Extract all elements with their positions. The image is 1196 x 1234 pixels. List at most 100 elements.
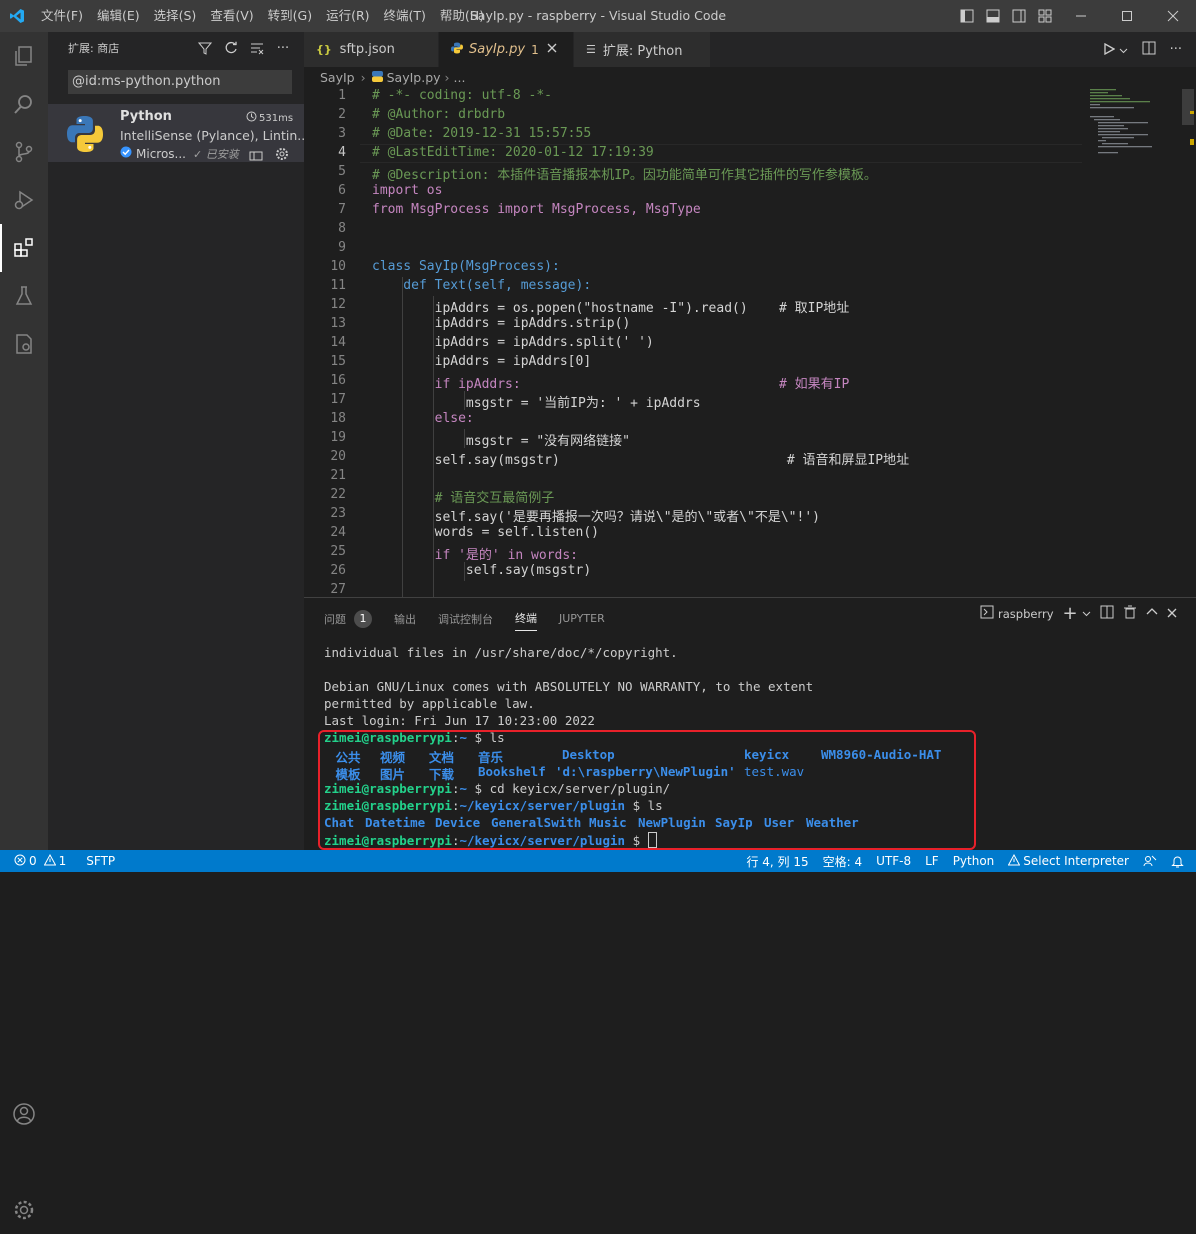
extension-item-python[interactable]: Python 531ms IntelliSense (Pylance), Lin… bbox=[48, 104, 309, 165]
customize-layout-icon[interactable] bbox=[1032, 0, 1058, 32]
menu-edit[interactable]: 编辑(E) bbox=[90, 0, 147, 32]
filter-icon[interactable] bbox=[192, 41, 218, 56]
tab-problems[interactable]: 问题 bbox=[324, 611, 346, 627]
source-control-icon[interactable] bbox=[0, 128, 48, 176]
menu-terminal[interactable]: 终端(T) bbox=[377, 0, 433, 32]
extension-name: Python bbox=[120, 109, 172, 124]
indentation[interactable]: 空格: 4 bbox=[816, 853, 870, 870]
python-logo-icon bbox=[64, 113, 106, 159]
scrollbar-thumb[interactable] bbox=[1182, 89, 1194, 125]
tab-debug-console[interactable]: 调试控制台 bbox=[438, 611, 493, 627]
close-window-icon[interactable] bbox=[1150, 0, 1196, 32]
extension-settings-icon[interactable] bbox=[275, 146, 289, 165]
remote-explorer-icon[interactable] bbox=[0, 320, 48, 368]
feedback-icon[interactable] bbox=[1136, 854, 1164, 868]
line-number: 23 bbox=[330, 506, 346, 521]
chevron-right-icon: › bbox=[444, 69, 450, 85]
installed-label: ✓ 已安装 bbox=[193, 148, 239, 161]
settings-gear-icon[interactable] bbox=[0, 1186, 48, 1234]
python-file-icon bbox=[451, 42, 463, 58]
breadcrumb-more[interactable]: ... bbox=[454, 70, 466, 85]
more-actions-icon[interactable]: ··· bbox=[270, 41, 296, 56]
code-line: self.say(msgstr) bbox=[372, 563, 592, 578]
code-line: # 语音交互最简例子 bbox=[372, 491, 555, 506]
tab-extension-python[interactable]: ☰ 扩展: Python bbox=[574, 32, 711, 67]
breadcrumb: SayIp › SayIp.py › ... bbox=[304, 67, 1196, 87]
extension-search-input[interactable]: @id:ms-python.python bbox=[68, 70, 292, 94]
code-line: # -*- coding: utf-8 -*- bbox=[372, 88, 553, 103]
minimap[interactable] bbox=[1090, 87, 1180, 157]
language-mode[interactable]: Python bbox=[946, 854, 1002, 868]
tab-jupyter[interactable]: JUPYTER bbox=[559, 612, 605, 625]
minimize-icon[interactable] bbox=[1058, 0, 1104, 32]
chevron-down-icon[interactable] bbox=[1082, 607, 1091, 621]
menu-help[interactable]: 帮助(H) bbox=[433, 0, 491, 32]
search-icon[interactable] bbox=[0, 80, 48, 128]
line-number: 2 bbox=[338, 107, 346, 122]
extensions-icon[interactable] bbox=[0, 224, 48, 272]
tab-terminal[interactable]: 终端 bbox=[515, 610, 537, 631]
chevron-right-icon: › bbox=[360, 69, 366, 85]
split-editor-icon[interactable] bbox=[1142, 40, 1156, 59]
line-number: 14 bbox=[330, 335, 346, 350]
tab-sayip-py[interactable]: SayIp.py 1 bbox=[439, 32, 574, 67]
extension-icon: ☰ bbox=[586, 43, 596, 56]
explorer-icon[interactable] bbox=[0, 32, 48, 80]
new-terminal-icon[interactable]: + bbox=[1063, 604, 1078, 622]
chevron-down-icon[interactable] bbox=[1119, 40, 1128, 59]
toggle-panel-icon[interactable] bbox=[980, 0, 1006, 32]
encoding[interactable]: UTF-8 bbox=[869, 854, 918, 868]
toggle-secondary-sidebar-icon[interactable] bbox=[1006, 0, 1032, 32]
activation-time: 531ms bbox=[259, 112, 294, 124]
breadcrumb-folder[interactable]: SayIp bbox=[320, 70, 355, 85]
maximize-panel-icon[interactable] bbox=[1146, 606, 1158, 621]
scrollbar-warning-marker bbox=[1190, 139, 1194, 145]
end-of-line[interactable]: LF bbox=[918, 854, 946, 868]
problems-status[interactable]: 0 1 bbox=[0, 853, 73, 869]
sftp-status[interactable]: SFTP bbox=[79, 854, 122, 868]
terminal-name[interactable]: raspberry bbox=[998, 607, 1054, 621]
trash-icon[interactable] bbox=[1123, 605, 1137, 622]
verified-publisher-icon bbox=[120, 146, 132, 161]
extensions-sidebar: 扩展: 商店 ··· @id:ms-python.python Python 5… bbox=[48, 32, 309, 850]
line-number: 4 bbox=[338, 145, 346, 160]
clear-results-icon[interactable] bbox=[244, 41, 270, 56]
maximize-icon[interactable] bbox=[1104, 0, 1150, 32]
editor-tabs: {} sftp.json SayIp.py 1 ☰ 扩展: Python ··· bbox=[304, 32, 1196, 67]
history-icon bbox=[246, 111, 257, 125]
line-number: 13 bbox=[330, 316, 346, 331]
testing-icon[interactable] bbox=[0, 272, 48, 320]
run-file-icon[interactable] bbox=[1103, 40, 1115, 59]
select-interpreter[interactable]: Select Interpreter bbox=[1001, 853, 1136, 869]
editor-more-icon[interactable]: ··· bbox=[1170, 42, 1182, 57]
editor-scrollbar[interactable] bbox=[1180, 87, 1196, 597]
menu-view[interactable]: 查看(V) bbox=[203, 0, 260, 32]
sync-icon[interactable] bbox=[249, 147, 263, 166]
refresh-icon[interactable] bbox=[218, 41, 244, 56]
line-number: 9 bbox=[338, 240, 346, 255]
notifications-bell-icon[interactable] bbox=[1164, 855, 1196, 868]
close-panel-icon[interactable] bbox=[1167, 607, 1177, 621]
menu-selection[interactable]: 选择(S) bbox=[147, 0, 204, 32]
run-debug-icon[interactable] bbox=[0, 176, 48, 224]
braces-icon: {} bbox=[316, 43, 332, 56]
tab-output[interactable]: 输出 bbox=[394, 611, 416, 627]
toggle-sidebar-icon[interactable] bbox=[954, 0, 980, 32]
split-terminal-icon[interactable] bbox=[1100, 605, 1114, 622]
line-number: 7 bbox=[338, 202, 346, 217]
line-number: 8 bbox=[338, 221, 346, 236]
menu-run[interactable]: 运行(R) bbox=[319, 0, 376, 32]
code-line: msgstr = '当前IP为: ' + ipAddrs bbox=[372, 396, 701, 411]
menu-file[interactable]: 文件(F) bbox=[34, 0, 90, 32]
code-line: ipAddrs = ipAddrs.split(' ') bbox=[372, 335, 654, 350]
cursor-position[interactable]: 行 4, 列 15 bbox=[739, 853, 815, 870]
close-tab-icon[interactable] bbox=[547, 42, 557, 57]
line-number: 25 bbox=[330, 544, 346, 559]
breadcrumb-file[interactable]: SayIp.py bbox=[387, 70, 441, 85]
menu-go[interactable]: 转到(G) bbox=[261, 0, 319, 32]
code-editor[interactable]: 1 2 3 4 5 6 7 8 9 10 11 12 13 14 15 16 17 18 19 20 21 22 23 24 2… bbox=[304, 87, 1196, 597]
line-number: 21 bbox=[330, 468, 346, 483]
account-icon[interactable] bbox=[0, 1090, 48, 1138]
line-number: 1 bbox=[338, 88, 346, 103]
tab-sftp-json[interactable]: {} sftp.json bbox=[304, 32, 439, 67]
